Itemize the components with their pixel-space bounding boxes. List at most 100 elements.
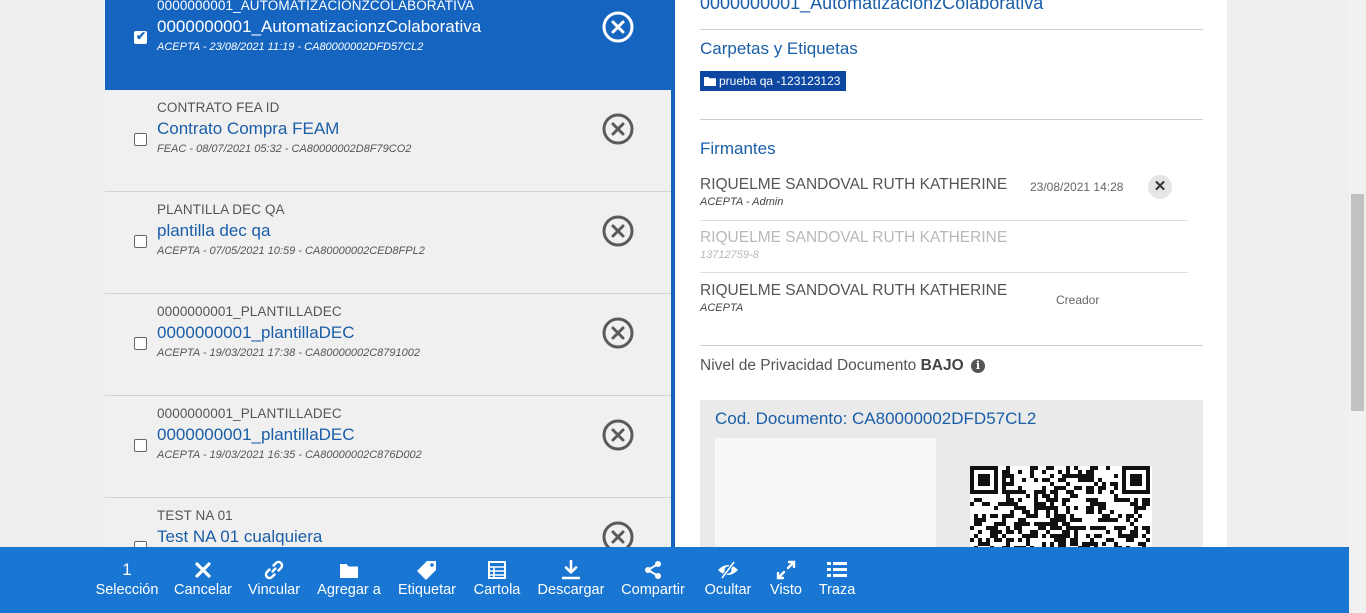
- close-circle-icon[interactable]: [602, 419, 634, 451]
- privacy-value: BAJO: [920, 357, 964, 374]
- scrollbar-thumb[interactable]: [1351, 194, 1364, 411]
- doc-name[interactable]: plantilla dec qa: [157, 221, 270, 241]
- signer-row: RIQUELME SANDOVAL RUTH KATHERINE ACEPTA …: [700, 167, 1188, 220]
- expand-icon: [776, 560, 796, 580]
- doc-type: 0000000001_PLANTILLADEC: [157, 406, 342, 421]
- detail-title: 0000000001_AutomatizacionzColaborativa: [700, 0, 1044, 13]
- doc-type: TEST NA 01: [157, 508, 233, 523]
- doc-name[interactable]: Test NA 01 cualquiera: [157, 527, 322, 547]
- link-icon: [264, 560, 284, 580]
- link-button[interactable]: Vincular: [242, 547, 306, 613]
- doc-name[interactable]: 0000000001_AutomatizacionzColaborativa: [157, 17, 481, 37]
- share-label: Compartir: [621, 582, 685, 598]
- folder-icon: [340, 563, 358, 578]
- list-icon: [827, 562, 847, 577]
- folders-heading: Carpetas y Etiquetas: [700, 39, 858, 58]
- link-label: Vincular: [247, 582, 301, 598]
- signer-role: 13712759-8: [700, 249, 759, 261]
- add-to-button[interactable]: Agregar a: [314, 547, 384, 613]
- list-item[interactable]: CONTRATO FEA ID Contrato Compra FEAM FEA…: [105, 90, 671, 192]
- tag-label: Etiquetar: [397, 582, 457, 598]
- hide-button[interactable]: Ocultar: [698, 547, 758, 613]
- remove-signer-button[interactable]: ✕: [1148, 175, 1172, 199]
- selection-label: Selección: [95, 582, 159, 598]
- doc-meta: ACEPTA - 07/05/2021 10:59 - CA80000002CE…: [157, 245, 425, 257]
- add-to-label: Agregar a: [317, 582, 381, 598]
- seen-button[interactable]: Visto: [764, 547, 808, 613]
- document-code-box: Cod. Documento: CA80000002DFD57CL2: [700, 400, 1203, 547]
- download-icon: [562, 560, 580, 580]
- document-preview[interactable]: [715, 438, 936, 547]
- signer-name: RIQUELME SANDOVAL RUTH KATHERINE: [700, 229, 1008, 246]
- share-icon: [645, 561, 661, 579]
- hide-label: Ocultar: [704, 582, 752, 598]
- signer-role: ACEPTA: [700, 302, 744, 314]
- doc-checkbox[interactable]: [134, 133, 147, 146]
- doc-type: 0000000001_PLANTILLADEC: [157, 304, 342, 319]
- close-circle-icon[interactable]: [602, 215, 634, 247]
- signer-row: RIQUELME SANDOVAL RUTH KATHERINE ACEPTA …: [700, 273, 1188, 326]
- selection-count: 1: [122, 560, 132, 579]
- doc-type: PLANTILLA DEC QA: [157, 202, 285, 217]
- privacy-label: Nivel de Privacidad Documento: [700, 357, 917, 374]
- folder-icon: [704, 77, 716, 86]
- signer-creator-label: Creador: [1056, 293, 1100, 307]
- signer-date: 23/08/2021 14:28: [1030, 180, 1124, 194]
- close-circle-icon[interactable]: [602, 317, 634, 349]
- doc-name[interactable]: 0000000001_plantillaDEC: [157, 425, 355, 445]
- doc-name[interactable]: Contrato Compra FEAM: [157, 119, 339, 139]
- divider: [700, 345, 1203, 346]
- doc-checkbox[interactable]: ✔: [134, 29, 147, 44]
- qr-code: [970, 466, 1152, 547]
- tag-button[interactable]: Etiquetar: [394, 547, 460, 613]
- signer-row: RIQUELME SANDOVAL RUTH KATHERINE 1371275…: [700, 220, 1188, 273]
- list-item[interactable]: 0000000001_PLANTILLADEC 0000000001_plant…: [105, 294, 671, 396]
- close-circle-icon[interactable]: [602, 521, 634, 547]
- trace-label: Traza: [818, 582, 856, 598]
- cartola-label: Cartola: [473, 582, 521, 598]
- doc-meta: FEAC - 08/07/2021 05:32 - CA80000002D8F7…: [157, 143, 412, 155]
- signer-role: ACEPTA - Admin: [700, 196, 784, 208]
- list-item[interactable]: PLANTILLA DEC QA plantilla dec qa ACEPTA…: [105, 192, 671, 294]
- divider: [700, 119, 1203, 120]
- signer-name: RIQUELME SANDOVAL RUTH KATHERINE: [700, 282, 1008, 299]
- download-label: Descargar: [537, 582, 605, 598]
- list-item[interactable]: 0000000001_AUTOMATIZACIONZCOLABORATIVA ✔…: [105, 0, 671, 90]
- cancel-label: Cancelar: [173, 582, 233, 598]
- table-icon: [488, 561, 506, 579]
- eye-slash-icon: [718, 561, 738, 579]
- doc-meta: ACEPTA - 19/03/2021 17:38 - CA80000002C8…: [157, 347, 420, 359]
- doc-checkbox[interactable]: [134, 337, 147, 350]
- info-icon[interactable]: i: [970, 359, 985, 373]
- document-list: 0000000001_AUTOMATIZACIONZCOLABORATIVA ✔…: [105, 0, 671, 547]
- selection-count-button[interactable]: 1 Selección: [92, 547, 162, 613]
- folder-tag[interactable]: prueba qa -123123123: [700, 71, 847, 91]
- list-item[interactable]: 0000000001_PLANTILLADEC 0000000001_plant…: [105, 396, 671, 498]
- list-item[interactable]: TEST NA 01 Test NA 01 cualquiera: [105, 498, 671, 547]
- doc-type: 0000000001_AUTOMATIZACIONZCOLABORATIVA: [157, 0, 475, 13]
- signers-heading: Firmantes: [700, 139, 776, 158]
- doc-meta: ACEPTA - 19/03/2021 16:35 - CA80000002C8…: [157, 449, 422, 461]
- trace-button[interactable]: Traza: [814, 547, 860, 613]
- cartola-button[interactable]: Cartola: [470, 547, 524, 613]
- folder-tag-label: prueba qa -123123123: [719, 74, 841, 88]
- signer-name: RIQUELME SANDOVAL RUTH KATHERINE: [700, 176, 1008, 193]
- tag-icon: [417, 561, 436, 580]
- doc-name[interactable]: 0000000001_plantillaDEC: [157, 323, 355, 343]
- close-circle-icon[interactable]: [602, 11, 634, 43]
- document-code: Cod. Documento: CA80000002DFD57CL2: [715, 409, 1037, 428]
- seen-label: Visto: [770, 582, 802, 598]
- close-icon: [195, 562, 211, 578]
- divider: [700, 29, 1203, 30]
- share-button[interactable]: Compartir: [616, 547, 690, 613]
- download-button[interactable]: Descargar: [534, 547, 608, 613]
- doc-checkbox[interactable]: [134, 439, 147, 452]
- doc-checkbox[interactable]: [134, 235, 147, 248]
- doc-meta: ACEPTA - 23/08/2021 11:19 - CA80000002DF…: [157, 41, 424, 53]
- check-icon: ✔: [136, 29, 147, 43]
- privacy-level: Nivel de Privacidad Documento BAJO i: [700, 357, 985, 375]
- cancel-button[interactable]: Cancelar: [170, 547, 236, 613]
- document-detail: 0000000001_AutomatizacionzColaborativa C…: [675, 0, 1227, 547]
- close-circle-icon[interactable]: [602, 113, 634, 145]
- doc-type: CONTRATO FEA ID: [157, 100, 280, 115]
